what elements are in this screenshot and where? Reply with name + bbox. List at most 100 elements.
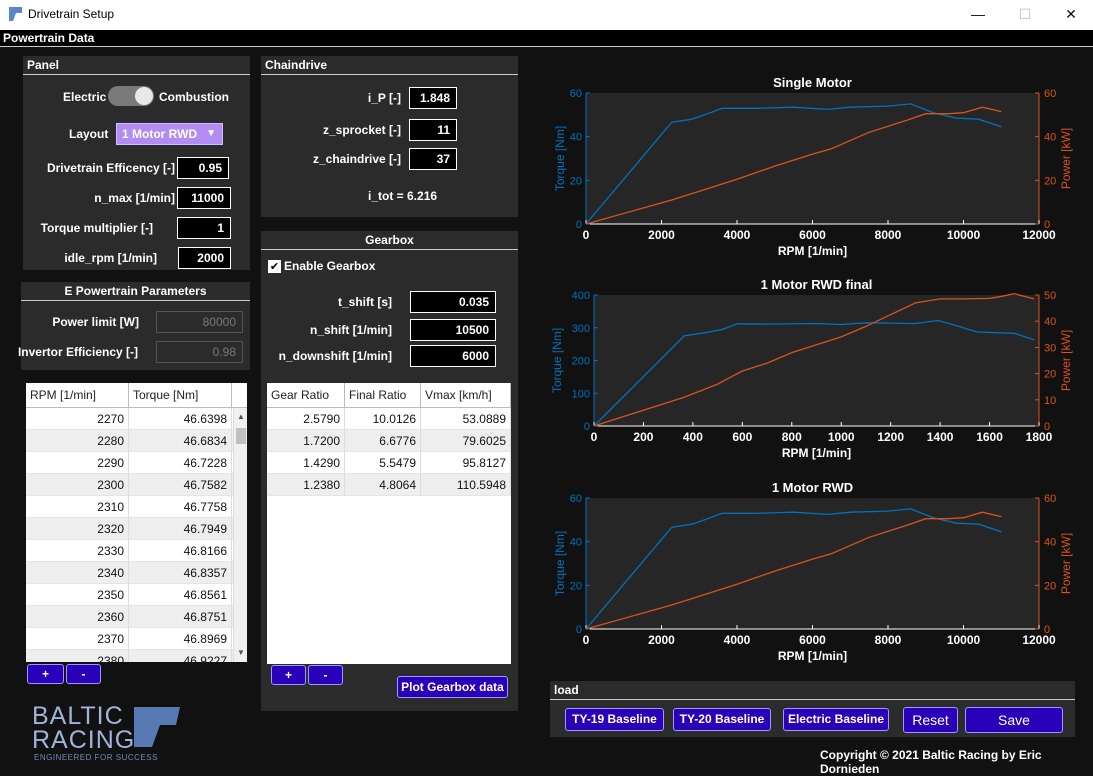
table-row[interactable]: 2.5790 10.0126 53.0889 — [267, 408, 511, 430]
logo-text-racing: RACING — [32, 726, 136, 754]
vmax-cell[interactable]: 95.8127 — [421, 452, 511, 474]
table-row[interactable]: 1.2380 4.8064 110.5948 — [267, 474, 511, 496]
torque-cell[interactable]: 46.7758 — [129, 496, 232, 518]
table-row[interactable]: 2310 46.7758 — [26, 496, 247, 518]
torque-remove-row-button[interactable]: - — [66, 664, 101, 684]
close-button[interactable]: ✕ — [1048, 0, 1093, 30]
final-ratio-cell[interactable]: 6.6776 — [345, 430, 421, 452]
rpm-cell[interactable]: 2270 — [26, 408, 129, 430]
torque-add-row-button[interactable]: + — [27, 664, 64, 684]
e-powertrain-title: E Powertrain Parameters — [21, 282, 250, 301]
reset-button[interactable]: Reset — [903, 707, 958, 733]
rpm-cell[interactable]: 2310 — [26, 496, 129, 518]
table-row[interactable]: 2380 46.9227 — [26, 650, 247, 662]
electric-baseline-button[interactable]: Electric Baseline — [783, 708, 889, 731]
z-sprocket-field[interactable]: 11 — [409, 119, 457, 141]
ty20-baseline-button[interactable]: TY-20 Baseline — [673, 708, 771, 731]
rpm-cell[interactable]: 2300 — [26, 474, 129, 496]
torque-cell[interactable]: 46.8166 — [129, 540, 232, 562]
torque-cell[interactable]: 46.9227 — [129, 650, 232, 662]
torque-cell[interactable]: 46.6834 — [129, 430, 232, 452]
t-shift-field[interactable]: 0.035 — [410, 291, 496, 313]
logo-mark-icon — [134, 707, 180, 747]
vmax-cell[interactable]: 79.6025 — [421, 430, 511, 452]
torque-table[interactable]: RPM [1/min] Torque [Nm] 2270 46.6398 2280 4… — [26, 383, 247, 662]
vmax-cell[interactable]: 53.0889 — [421, 408, 511, 430]
torque-cell[interactable]: 46.7582 — [129, 474, 232, 496]
gear-ratio-cell[interactable]: 1.7200 — [267, 430, 345, 452]
rpm-cell[interactable]: 2340 — [26, 562, 129, 584]
gear-ratio-table[interactable]: Gear Ratio Final Ratio Vmax [km/h] 2.579… — [267, 383, 511, 664]
window-title: Drivetrain Setup — [28, 7, 115, 21]
final-ratio-cell[interactable]: 4.8064 — [345, 474, 421, 496]
torque-multiplier-field[interactable]: 1 — [177, 217, 231, 239]
column-header-torque[interactable]: Torque [Nm] — [129, 383, 232, 408]
final-ratio-cell[interactable]: 10.0126 — [345, 408, 421, 430]
save-button[interactable]: Save — [965, 707, 1063, 733]
torque-cell[interactable]: 46.6398 — [129, 408, 232, 430]
minimize-button[interactable]: — — [955, 0, 1001, 30]
gear-add-row-button[interactable]: + — [271, 665, 306, 685]
rpm-cell[interactable]: 2330 — [26, 540, 129, 562]
rpm-cell[interactable]: 2370 — [26, 628, 129, 650]
table-row[interactable]: 1.7200 6.6776 79.6025 — [267, 430, 511, 452]
scroll-down-icon[interactable]: ▼ — [234, 648, 247, 660]
efficiency-field[interactable]: 0.95 — [177, 157, 229, 179]
torque-cell[interactable]: 46.8751 — [129, 606, 232, 628]
x-axis-label: RPM [1/min] — [778, 244, 847, 258]
table-row[interactable]: 2280 46.6834 — [26, 430, 247, 452]
column-header-final-ratio[interactable]: Final Ratio — [345, 383, 421, 408]
ty19-baseline-button[interactable]: TY-19 Baseline — [565, 708, 664, 731]
column-header-gear-ratio[interactable]: Gear Ratio — [267, 383, 345, 408]
plot-gearbox-data-button[interactable]: Plot Gearbox data — [397, 676, 508, 698]
n-downshift-field[interactable]: 6000 — [410, 345, 496, 367]
table-row[interactable]: 2370 46.8969 — [26, 628, 247, 650]
vmax-cell[interactable]: 110.5948 — [421, 474, 511, 496]
torque-cell[interactable]: 46.8357 — [129, 562, 232, 584]
torque-cell[interactable]: 46.7228 — [129, 452, 232, 474]
table-row[interactable]: 2340 46.8357 — [26, 562, 247, 584]
rpm-cell[interactable]: 2380 — [26, 650, 129, 662]
rpm-cell[interactable]: 2360 — [26, 606, 129, 628]
gear-ratio-cell[interactable]: 1.2380 — [267, 474, 345, 496]
torque-table-header: RPM [1/min] Torque [Nm] — [26, 383, 247, 408]
rpm-cell[interactable]: 2280 — [26, 430, 129, 452]
table-row[interactable]: 2350 46.8561 — [26, 584, 247, 606]
n-shift-field[interactable]: 10500 — [410, 319, 496, 341]
column-header-rpm[interactable]: RPM [1/min] — [26, 383, 129, 408]
torque-cell[interactable]: 46.8561 — [129, 584, 232, 606]
column-header-vmax[interactable]: Vmax [km/h] — [421, 383, 511, 408]
invertor-efficiency-field[interactable]: 0.98 — [156, 341, 243, 363]
final-ratio-cell[interactable]: 5.5479 — [345, 452, 421, 474]
table-row[interactable]: 2290 46.7228 — [26, 452, 247, 474]
logo-text-baltic: BALTIC — [32, 702, 124, 730]
torque-cell[interactable]: 46.7949 — [129, 518, 232, 540]
idle-rpm-field[interactable]: 2000 — [178, 247, 231, 269]
scroll-thumb[interactable] — [236, 428, 246, 444]
maximize-button[interactable]: ☐ — [1002, 0, 1048, 30]
scroll-up-icon[interactable]: ▲ — [234, 412, 247, 424]
rpm-cell[interactable]: 2350 — [26, 584, 129, 606]
power-limit-field[interactable]: 80000 — [156, 311, 243, 333]
table-row[interactable]: 2270 46.6398 — [26, 408, 247, 430]
table-row[interactable]: 2300 46.7582 — [26, 474, 247, 496]
table-row[interactable]: 2360 46.8751 — [26, 606, 247, 628]
gear-ratio-cell[interactable]: 2.5790 — [267, 408, 345, 430]
nmax-field[interactable]: 11000 — [177, 187, 231, 209]
ip-field[interactable]: 1.848 — [409, 87, 457, 109]
gear-remove-row-button[interactable]: - — [308, 665, 343, 685]
gear-ratio-cell[interactable]: 1.4290 — [267, 452, 345, 474]
table-row[interactable]: 2330 46.8166 — [26, 540, 247, 562]
rpm-cell[interactable]: 2290 — [26, 452, 129, 474]
torque-table-scrollbar[interactable]: ▲ ▼ — [233, 408, 247, 662]
z-chaindrive-field[interactable]: 37 — [409, 148, 457, 170]
torque-cell[interactable]: 46.8969 — [129, 628, 232, 650]
layout-dropdown[interactable]: 1 Motor RWD ▼ — [116, 123, 223, 145]
electric-combustion-toggle[interactable] — [108, 86, 154, 106]
table-row[interactable]: 1.4290 5.5479 95.8127 — [267, 452, 511, 474]
rpm-cell[interactable]: 2320 — [26, 518, 129, 540]
table-row[interactable]: 2320 46.7949 — [26, 518, 247, 540]
x-tick-label: 800 — [782, 430, 802, 444]
tab-powertrain-data[interactable]: Powertrain Data — [3, 31, 94, 45]
enable-gearbox-checkbox[interactable]: ✔ — [268, 260, 281, 273]
